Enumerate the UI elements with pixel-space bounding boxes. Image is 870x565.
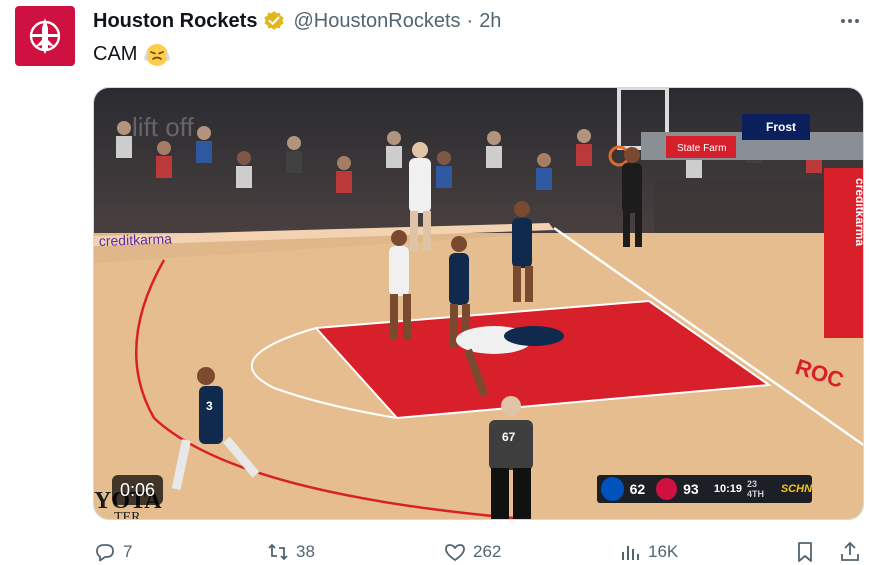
- heart-icon: [445, 544, 465, 561]
- timestamp[interactable]: 2h: [479, 10, 501, 33]
- reply-count: 7: [123, 542, 133, 561]
- verified-badge-icon[interactable]: [263, 10, 285, 32]
- face-with-steam-icon: [144, 44, 171, 66]
- repost-count: 38: [296, 542, 315, 561]
- watermark: lift off: [132, 112, 194, 142]
- views-icon: [622, 546, 639, 560]
- mavericks-logo-icon: [601, 477, 624, 501]
- bookmark-icon: [798, 542, 812, 562]
- share-button[interactable]: [838, 540, 862, 564]
- display-name[interactable]: Houston Rockets: [93, 10, 257, 33]
- state-farm-ad: State Farm: [677, 143, 726, 154]
- like-button[interactable]: 262: [443, 540, 501, 564]
- baseline-ad: creditkarma: [99, 230, 173, 249]
- repost-button[interactable]: 38: [266, 540, 315, 564]
- share-icon: [841, 541, 859, 561]
- home-score: 93: [683, 481, 699, 497]
- handle[interactable]: @HoustonRockets: [293, 10, 460, 33]
- rockets-logo-icon: [656, 478, 678, 500]
- referee-number: 67: [502, 430, 516, 444]
- rockets-logo-icon: [29, 18, 61, 54]
- views-button[interactable]: 16K: [618, 540, 678, 564]
- more-options-icon[interactable]: [836, 8, 864, 34]
- frost-ad: Frost: [766, 120, 796, 134]
- reply-button[interactable]: 7: [93, 540, 132, 564]
- scorebug: 62 93 10:19 23 4TH SCHN: [597, 475, 812, 503]
- bookmark-button[interactable]: [793, 540, 817, 564]
- game-clock: 10:19: [713, 483, 743, 495]
- avatar[interactable]: [15, 6, 75, 66]
- views-count: 16K: [648, 542, 679, 561]
- video-player[interactable]: State Farm Frost creditkarma creditkarma…: [93, 87, 864, 520]
- tweet-text-content: CAM: [93, 42, 138, 65]
- tweet-header: Houston Rockets @HoustonRockets · 2h: [93, 8, 501, 34]
- reply-icon: [96, 544, 114, 562]
- stand-ad: creditkarma: [853, 178, 864, 246]
- arena-text-2: TER: [114, 510, 141, 520]
- tweet-text: CAM: [93, 40, 171, 68]
- tweet-actions: 7 38 262 16K: [93, 540, 864, 565]
- video-timer: 0:06: [112, 475, 164, 505]
- basketball-court-scene: State Farm Frost creditkarma creditkarma…: [94, 88, 864, 520]
- shot-clock-quarter: 23 4TH: [747, 479, 765, 499]
- repost-icon: [268, 543, 288, 561]
- separator: ·: [466, 9, 474, 32]
- away-score: 62: [629, 481, 646, 497]
- tweet: Houston Rockets @HoustonRockets · 2h CAM: [0, 0, 870, 565]
- player-jersey-number: 3: [206, 399, 213, 413]
- network-logo: SCHN: [780, 483, 813, 495]
- like-count: 262: [473, 542, 502, 561]
